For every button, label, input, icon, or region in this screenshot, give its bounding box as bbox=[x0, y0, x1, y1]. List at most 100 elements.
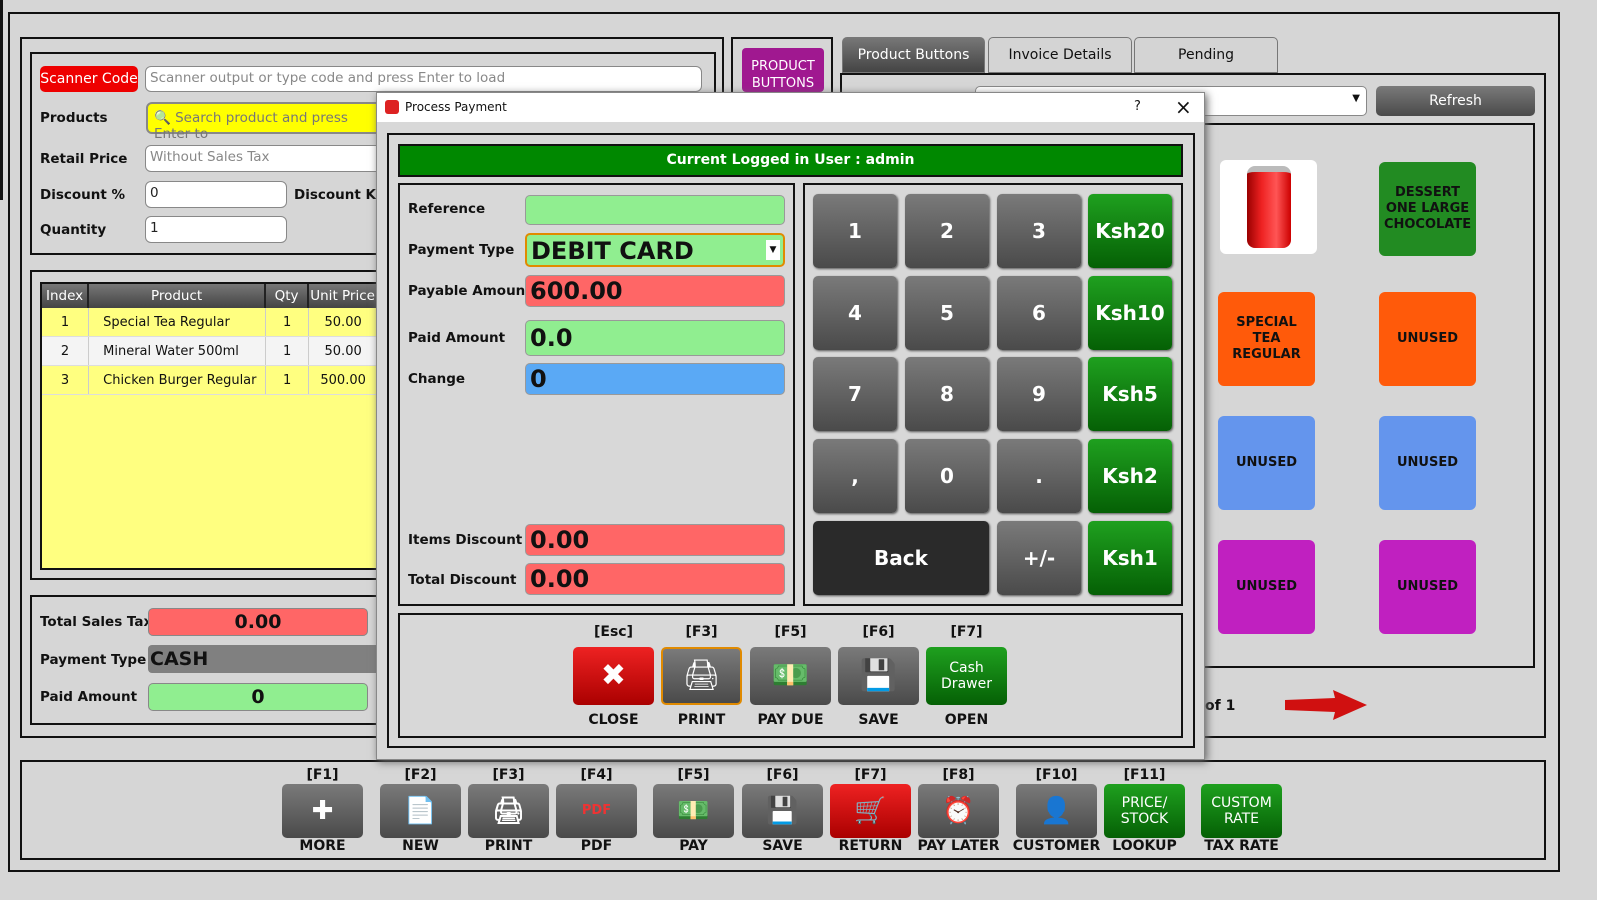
tab-invoice-details[interactable]: Invoice Details bbox=[988, 37, 1132, 73]
dialog-title: Process Payment bbox=[405, 100, 507, 114]
items-discount-field[interactable]: 0.00 bbox=[525, 524, 785, 556]
keypad-button-Ksh5[interactable]: Ksh5 bbox=[1088, 357, 1172, 431]
button-text: Cash Drawer bbox=[941, 660, 992, 692]
product-tile[interactable]: UNUSED bbox=[1218, 540, 1315, 634]
keypad-button-plusminus[interactable]: +/- bbox=[997, 521, 1081, 595]
button-text: CUSTOM RATE bbox=[1211, 795, 1272, 827]
toolbar-button-label: PAY bbox=[679, 838, 708, 854]
product-tile[interactable]: UNUSED bbox=[1379, 416, 1476, 510]
return-button[interactable]: 🛒 bbox=[830, 784, 911, 838]
toolbar-button-label: NEW bbox=[402, 838, 439, 854]
toolbar-separator bbox=[0, 50, 3, 100]
table-cell: 500.00 bbox=[309, 366, 378, 394]
open-action-button[interactable]: Cash Drawer bbox=[926, 647, 1007, 705]
gear-plus-icon: ✚ bbox=[311, 796, 334, 826]
action-button-label: SAVE bbox=[858, 712, 899, 728]
payable-amount-label: Payable Amount bbox=[408, 283, 532, 299]
quantity-input[interactable]: 1 bbox=[145, 216, 287, 243]
table-row[interactable]: 2 Mineral Water 500ml 1 50.00 bbox=[42, 337, 378, 366]
keypad-button-dot[interactable]: . bbox=[997, 439, 1081, 513]
close-icon[interactable]: × bbox=[1175, 95, 1192, 119]
print-button[interactable]: 🖨 bbox=[468, 784, 549, 838]
product-tile[interactable]: UNUSED bbox=[1379, 540, 1476, 634]
table-row[interactable]: 1 Special Tea Regular 1 50.00 bbox=[42, 308, 378, 337]
new-button[interactable]: 📄 bbox=[380, 784, 461, 838]
keypad-button-Back[interactable]: Back bbox=[813, 521, 989, 595]
table-cell: 1 bbox=[42, 308, 90, 336]
keypad-button-comma[interactable]: , bbox=[813, 439, 897, 513]
customer-button[interactable]: 👤 bbox=[1016, 784, 1097, 838]
keypad-button-8[interactable]: 8 bbox=[905, 357, 989, 431]
product-tile[interactable]: SPECIAL TEA REGULAR bbox=[1218, 292, 1315, 386]
keypad-button-1[interactable]: 1 bbox=[813, 194, 897, 268]
refresh-button[interactable]: Refresh bbox=[1376, 86, 1535, 116]
total-discount-field[interactable]: 0.00 bbox=[525, 563, 785, 595]
toolbar-button-label: MORE bbox=[299, 838, 346, 854]
product-tile[interactable]: DESSERT ONE LARGE CHOCOLATE bbox=[1379, 162, 1476, 256]
keypad-button-5[interactable]: 5 bbox=[905, 276, 989, 350]
reference-label: Reference bbox=[408, 201, 486, 217]
keypad-button-Ksh1[interactable]: Ksh1 bbox=[1088, 521, 1172, 595]
column-header[interactable]: Qty bbox=[266, 284, 310, 308]
keypad-button-9[interactable]: 9 bbox=[997, 357, 1081, 431]
function-key-label: [F3] bbox=[685, 624, 718, 640]
paid-amount-field[interactable]: 0.0 bbox=[525, 320, 785, 356]
save-action-button[interactable]: 💾 bbox=[838, 647, 919, 705]
payable-amount-field[interactable]: 600.00 bbox=[525, 275, 785, 307]
action-button-label: PAY DUE bbox=[757, 712, 824, 728]
more-button[interactable]: ✚ bbox=[282, 784, 363, 838]
tab-product-buttons[interactable]: Product Buttons bbox=[842, 37, 985, 73]
pay-due-action-button[interactable]: 💵 bbox=[750, 647, 831, 705]
action-button-label: CLOSE bbox=[588, 712, 639, 728]
change-label: Change bbox=[408, 371, 466, 387]
keypad-button-2[interactable]: 2 bbox=[905, 194, 989, 268]
keypad-button-7[interactable]: 7 bbox=[813, 357, 897, 431]
save-button[interactable]: 💾 bbox=[742, 784, 823, 838]
column-header[interactable]: Product bbox=[89, 284, 266, 308]
tax-rate-button[interactable]: CUSTOM RATE bbox=[1201, 784, 1282, 838]
save-icon: 💾 bbox=[766, 796, 799, 826]
keypad-button-Ksh20[interactable]: Ksh20 bbox=[1088, 194, 1172, 268]
printer-icon: 🖨 bbox=[682, 658, 721, 693]
column-header[interactable]: Unit Price bbox=[309, 284, 378, 308]
change-field[interactable]: 0 bbox=[525, 363, 785, 395]
tab-pending[interactable]: Pending bbox=[1134, 37, 1278, 73]
print-action-button[interactable]: 🖨 bbox=[661, 647, 742, 705]
product-buttons-button[interactable]: PRODUCT BUTTONS bbox=[742, 48, 824, 92]
keypad-button-4[interactable]: 4 bbox=[813, 276, 897, 350]
product-tile[interactable]: UNUSED bbox=[1218, 416, 1315, 510]
function-key-label: [F7] bbox=[950, 624, 983, 640]
product-tile[interactable]: UNUSED bbox=[1379, 292, 1476, 386]
keypad-button-Ksh10[interactable]: Ksh10 bbox=[1088, 276, 1172, 350]
pay-later-button[interactable]: ⏰ bbox=[918, 784, 999, 838]
paid-amount-value[interactable]: 0 bbox=[148, 683, 368, 711]
keypad-button-3[interactable]: 3 bbox=[997, 194, 1081, 268]
product-tile[interactable] bbox=[1220, 160, 1317, 254]
payment-type-field[interactable]: DEBIT CARD ▼ bbox=[525, 233, 785, 267]
pdf-button[interactable]: PDF bbox=[556, 784, 637, 838]
keypad-button-Ksh2[interactable]: Ksh2 bbox=[1088, 439, 1172, 513]
dialog-titlebar: Process Payment ? × bbox=[377, 93, 1204, 122]
save-icon: 💾 bbox=[859, 658, 898, 693]
help-button[interactable]: ? bbox=[1134, 99, 1141, 114]
product-search-input[interactable]: 🔍 Search product and press Enter to bbox=[146, 102, 386, 142]
scanner-code-button[interactable]: Scanner Code bbox=[40, 66, 138, 92]
table-row[interactable]: 3 Chicken Burger Regular 1 500.00 bbox=[42, 366, 378, 395]
reference-field[interactable] bbox=[525, 195, 785, 225]
toolbar-button-label: PRINT bbox=[484, 838, 533, 854]
keypad-button-0[interactable]: 0 bbox=[905, 439, 989, 513]
discount-percent-input[interactable]: 0 bbox=[145, 181, 287, 208]
table-cell: 1 bbox=[266, 337, 310, 365]
pay-button[interactable]: 💵 bbox=[653, 784, 734, 838]
function-key-label: [F8] bbox=[942, 767, 975, 783]
clock-pay-icon: ⏰ bbox=[942, 796, 975, 826]
keypad-button-6[interactable]: 6 bbox=[997, 276, 1081, 350]
next-page-arrow-icon[interactable] bbox=[1285, 690, 1367, 722]
scanner-input[interactable]: Scanner output or type code and press En… bbox=[145, 66, 702, 92]
close-action-button[interactable]: ✖ bbox=[573, 647, 654, 705]
payment-type-select[interactable]: CASH bbox=[148, 645, 380, 673]
lookup-button[interactable]: PRICE/ STOCK bbox=[1104, 784, 1185, 838]
retail-price-input[interactable]: Without Sales Tax bbox=[145, 145, 385, 172]
column-header[interactable]: Index bbox=[42, 284, 90, 308]
toolbar-button-label: SAVE bbox=[762, 838, 803, 854]
